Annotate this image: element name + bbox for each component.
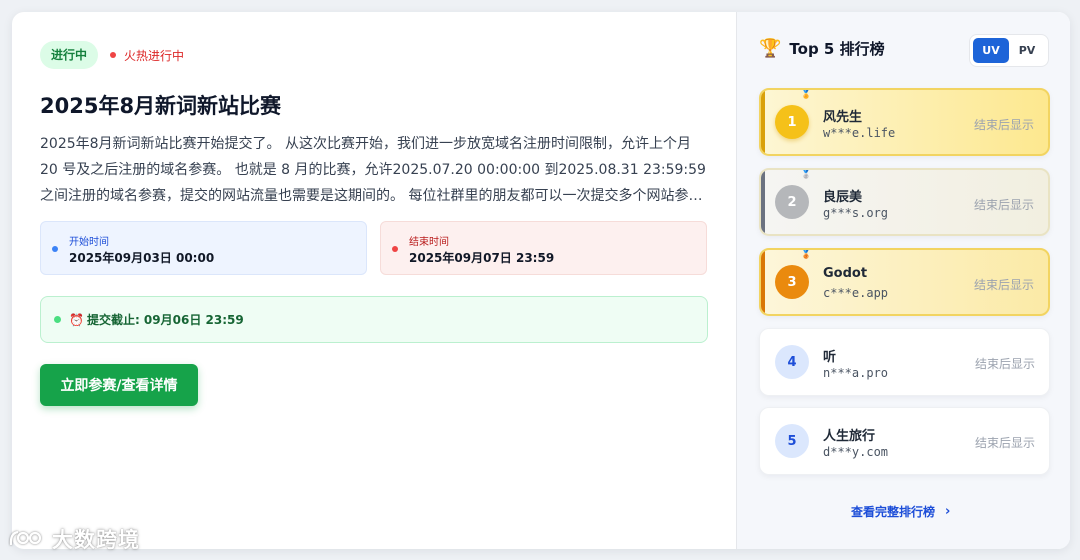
rank-number-badge: 4 (775, 345, 809, 379)
join-contest-button[interactable]: 立即参赛/查看详情 (40, 364, 198, 406)
view-full-leaderboard-link[interactable]: 查看完整排行榜 › (851, 503, 950, 520)
rank-number-badge: 5 (775, 424, 809, 458)
medal-icon: 🥉 (801, 250, 811, 259)
rank-domain: c***e.app (823, 286, 889, 300)
end-dot-icon (392, 246, 398, 252)
rank-item-2[interactable]: 2 🥈 良辰美 g***s.org 结束后显示 (759, 168, 1050, 236)
full-link-label: 查看完整排行榜 (851, 505, 936, 519)
pv-toggle-button[interactable]: PV (1009, 38, 1045, 63)
contest-card: 进行中 火热进行中 2025年8月新词新站比赛 2025年8月新词新站比赛开始提… (12, 12, 1070, 549)
contest-title: 2025年8月新词新站比赛 (40, 94, 282, 118)
rank-accent-bar (761, 250, 765, 314)
rank-name: 人生旅行 (823, 429, 876, 444)
metric-toggle: UV PV (969, 34, 1049, 67)
trophy-icon: 🏆 (759, 38, 782, 59)
rank-value: 结束后显示 (973, 278, 1034, 292)
deadline-text: 提交截止: 09月06日 23:59 (86, 313, 244, 327)
deadline-banner: ⏰ 提交截止: 09月06日 23:59 (40, 296, 708, 343)
rank-name: 听 (823, 350, 837, 365)
rank-number-badge: 1 (775, 105, 809, 139)
rank-item-1[interactable]: 1 🏅 风先生 w***e.life 结束后显示 (759, 88, 1050, 156)
medal-icon: 🏅 (801, 90, 811, 99)
watermark: 大数跨境 (8, 524, 140, 554)
leaderboard-header: 🏆 Top 5 排行榜 (759, 38, 885, 59)
start-time-box: 开始时间 2025年09月03日 00:00 (40, 221, 367, 275)
uv-toggle-button[interactable]: UV (973, 38, 1009, 63)
rank-name: Godot (823, 266, 868, 281)
rank-number-badge: 2 (775, 185, 809, 219)
rank-value: 结束后显示 (974, 357, 1035, 371)
rank-domain: g***s.org (823, 206, 889, 220)
start-time-value: 2025年09月03日 00:00 (69, 251, 215, 265)
leaderboard-title: Top 5 排行榜 (789, 40, 885, 58)
rank-accent-bar (761, 90, 765, 154)
rank-name: 良辰美 (823, 190, 863, 205)
leaderboard-panel: 🏆 Top 5 排行榜 UV PV 1 🏅 风先生 w***e.life 结束后… (736, 12, 1070, 549)
hot-indicator: 火热进行中 (110, 47, 184, 64)
rank-item-5[interactable]: 5 人生旅行 d***y.com 结束后显示 (759, 407, 1050, 475)
end-time-box: 结束时间 2025年09月07日 23:59 (380, 221, 707, 275)
watermark-text: 大数跨境 (52, 528, 140, 552)
rank-domain: n***a.pro (823, 366, 889, 380)
rank-number-badge: 3 (775, 265, 809, 299)
start-time-label: 开始时间 (69, 237, 109, 248)
medal-icon: 🥈 (801, 170, 811, 179)
hot-label: 火热进行中 (124, 48, 185, 63)
rank-item-4[interactable]: 4 听 n***a.pro 结束后显示 (759, 328, 1050, 396)
rank-value: 结束后显示 (973, 198, 1034, 212)
end-time-label: 结束时间 (409, 237, 449, 248)
rank-domain: d***y.com (823, 445, 889, 459)
hot-dot-icon (110, 52, 117, 58)
rank-item-3[interactable]: 3 🥉 Godot c***e.app 结束后显示 (759, 248, 1050, 316)
deadline-dot-icon (54, 316, 61, 323)
rank-value: 结束后显示 (974, 436, 1035, 450)
rank-domain: w***e.life (823, 126, 896, 140)
end-time-value: 2025年09月07日 23:59 (409, 251, 555, 265)
status-badge: 进行中 (40, 41, 99, 69)
rank-name: 风先生 (823, 110, 863, 125)
chevron-right-icon: › (945, 504, 951, 519)
status-row: 进行中 火热进行中 (40, 41, 184, 69)
rank-accent-bar (761, 170, 765, 234)
rank-value: 结束后显示 (973, 118, 1034, 132)
watermark-logo-icon (9, 530, 42, 546)
contest-description: 2025年8月新词新站比赛开始提交了。 从这次比赛开始，我们进一步放宽域名注册时… (40, 136, 706, 204)
start-dot-icon (52, 246, 58, 252)
contest-detail-panel: 进行中 火热进行中 2025年8月新词新站比赛 2025年8月新词新站比赛开始提… (12, 12, 736, 549)
alarm-clock-icon: ⏰ (69, 312, 84, 327)
